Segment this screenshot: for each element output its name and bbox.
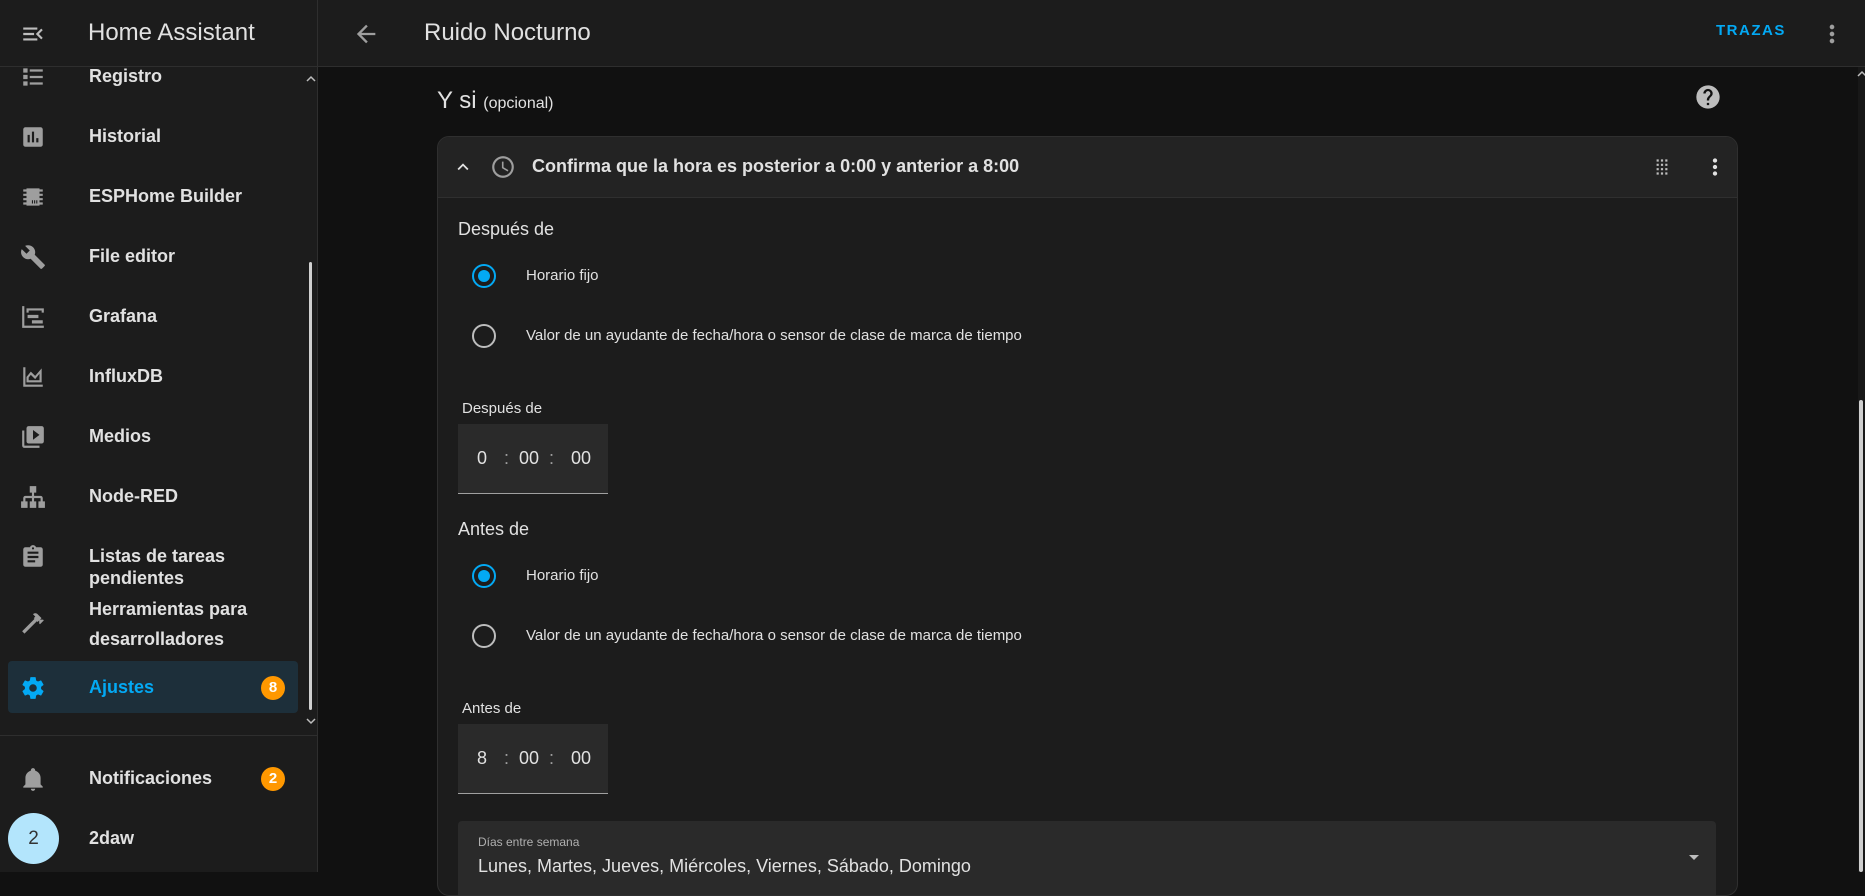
- before-time-label: Antes de: [462, 700, 522, 717]
- before-helper-option[interactable]: Valor de un ayudante de fecha/hora o sen…: [472, 621, 1172, 651]
- user-name: 2daw: [89, 828, 135, 848]
- chevron-up-icon[interactable]: [452, 156, 474, 178]
- sidebar-item-medios[interactable]: Medios: [8, 410, 298, 462]
- scroll-up-arrow[interactable]: [306, 70, 316, 82]
- sidebar-item-notificaciones[interactable]: Notificaciones 2: [8, 752, 298, 804]
- chart-areaspline-icon: [20, 364, 46, 390]
- sidebar-item-node-red[interactable]: Node-RED: [8, 470, 298, 522]
- clock-outline-icon: [490, 154, 516, 180]
- sidebar-item-esphome-builder[interactable]: ESPHome Builder: [8, 170, 298, 222]
- radio-label: Horario fijo: [526, 567, 599, 584]
- radio-checked[interactable]: [472, 564, 496, 588]
- top-app-bar: Ruido Nocturno TRAZAS: [318, 0, 1865, 67]
- traces-button[interactable]: TRAZAS: [1716, 22, 1786, 39]
- before-time-input[interactable]: 8 : 00 : 00: [458, 724, 608, 794]
- time-separator: :: [549, 748, 555, 768]
- sidebar-item-influxdb[interactable]: InfluxDB: [8, 350, 298, 402]
- after-minutes[interactable]: 00: [519, 448, 539, 469]
- menu-down-icon[interactable]: [1682, 845, 1706, 869]
- cog-icon: [20, 675, 46, 701]
- list-icon: [20, 64, 46, 90]
- radio-unchecked[interactable]: [472, 624, 496, 648]
- after-seconds[interactable]: 00: [571, 448, 591, 469]
- sidebar-item-ajustes[interactable]: Ajustes 8: [8, 661, 298, 713]
- main-content: Y si (opcional) Confirma que la hora es …: [318, 65, 1865, 896]
- weekday-label: Días entre semana: [478, 835, 580, 849]
- wrench-icon: [20, 244, 46, 270]
- sidebar-item-label: Notificaciones: [89, 768, 213, 788]
- after-time-label: Después de: [462, 400, 543, 417]
- radio-unchecked[interactable]: [472, 324, 496, 348]
- page-title: Ruido Nocturno: [424, 19, 591, 46]
- sidebar-item-listas-de-tareas[interactable]: Listas de tareas pendientes: [8, 530, 298, 588]
- radio-label: Valor de un ayudante de fecha/hora o sen…: [526, 627, 1022, 644]
- sidebar-item-label: Herramientas para desarrolladores: [89, 599, 248, 649]
- sidebar-item-herramientas[interactable]: Herramientas para desarrolladores: [8, 590, 298, 654]
- after-time-input[interactable]: 0 : 00 : 00: [458, 424, 608, 494]
- settings-badge: 8: [261, 676, 285, 700]
- before-hours[interactable]: 8: [477, 748, 487, 769]
- sidebar-item-label: Ajustes: [89, 677, 155, 697]
- sitemap-icon: [20, 484, 46, 510]
- hammer-icon: [20, 610, 46, 636]
- sidebar-item-label: Grafana: [89, 306, 158, 326]
- optional-label: (opcional): [483, 95, 554, 112]
- condition-card: Confirma que la hora es posterior a 0:00…: [437, 136, 1738, 896]
- before-minutes[interactable]: 00: [519, 748, 539, 769]
- scroll-down-arrow[interactable]: [306, 712, 316, 725]
- section-title: Y si (opcional): [437, 87, 554, 115]
- arrow-left-icon[interactable]: [352, 20, 380, 48]
- menu-open-icon[interactable]: [20, 21, 46, 47]
- time-separator: :: [504, 448, 510, 468]
- sidebar-item-registro[interactable]: Registro: [8, 50, 298, 102]
- time-separator: :: [549, 448, 555, 468]
- sidebar-item-label: Node-RED: [89, 486, 178, 506]
- more-vertical-icon[interactable]: [1702, 154, 1728, 180]
- sidebar: Home Assistant Registro Historial ESPHom…: [0, 0, 318, 872]
- section-title-text: Y si: [437, 87, 477, 114]
- after-hours[interactable]: 0: [477, 448, 487, 469]
- main-scroll-up-arrow[interactable]: [1857, 65, 1865, 77]
- chart-box-icon: [20, 124, 46, 150]
- sidebar-item-label: Medios: [89, 426, 152, 446]
- main-scrollbar-thumb[interactable]: [1859, 400, 1863, 872]
- play-box-multiple-icon: [20, 424, 46, 450]
- after-fixed-time-option[interactable]: Horario fijo: [472, 261, 1172, 291]
- sidebar-scrollbar[interactable]: [309, 262, 312, 710]
- sidebar-item-label: InfluxDB: [89, 366, 163, 386]
- help-circle-icon[interactable]: [1694, 83, 1722, 111]
- sidebar-item-label: Historial: [89, 126, 162, 146]
- sidebar-divider: [0, 735, 318, 736]
- condition-card-header[interactable]: Confirma que la hora es posterior a 0:00…: [438, 137, 1737, 198]
- more-vertical-icon[interactable]: [1818, 20, 1846, 48]
- bell-icon: [20, 766, 46, 792]
- drag-handle-icon[interactable]: [1649, 154, 1675, 180]
- after-helper-option[interactable]: Valor de un ayudante de fecha/hora o sen…: [472, 321, 1172, 351]
- weekday-value: Lunes, Martes, Jueves, Miércoles, Vierne…: [478, 856, 971, 876]
- notifications-badge: 2: [261, 767, 285, 791]
- time-separator: :: [504, 748, 510, 768]
- radio-checked[interactable]: [472, 264, 496, 288]
- before-heading: Antes de: [458, 519, 530, 539]
- sidebar-item-label: Listas de tareas pendientes: [89, 546, 226, 588]
- weekday-select[interactable]: Días entre semana Lunes, Martes, Jueves,…: [458, 821, 1716, 895]
- sidebar-item-label: File editor: [89, 246, 176, 266]
- sidebar-item-user[interactable]: 2daw: [60, 812, 260, 864]
- chip-icon: [20, 184, 46, 210]
- sidebar-item-label: ESPHome Builder: [89, 186, 243, 206]
- app-title: Home Assistant: [88, 19, 255, 46]
- before-seconds[interactable]: 00: [571, 748, 591, 769]
- before-fixed-time-option[interactable]: Horario fijo: [472, 561, 1172, 591]
- sidebar-item-historial[interactable]: Historial: [8, 110, 298, 162]
- condition-title: Confirma que la hora es posterior a 0:00…: [532, 156, 1020, 176]
- radio-label: Valor de un ayudante de fecha/hora o sen…: [526, 327, 1022, 344]
- chart-timeline-icon: [20, 304, 46, 330]
- radio-label: Horario fijo: [526, 267, 599, 284]
- clipboard-list-icon: [20, 544, 46, 570]
- avatar[interactable]: 2: [8, 813, 59, 864]
- sidebar-item-label: Registro: [89, 66, 163, 86]
- sidebar-item-grafana[interactable]: Grafana: [8, 290, 298, 342]
- after-heading: Después de: [458, 219, 555, 239]
- sidebar-item-file-editor[interactable]: File editor: [8, 230, 298, 282]
